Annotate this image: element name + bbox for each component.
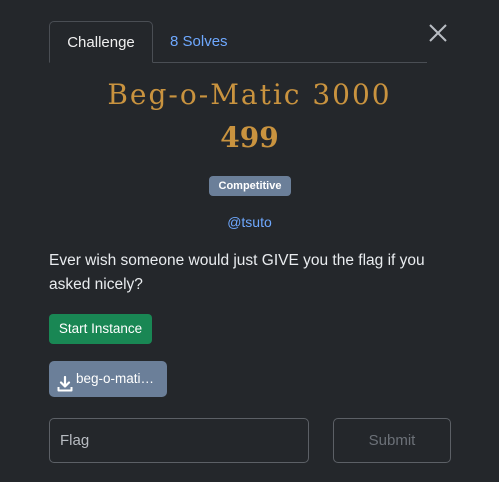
submit-button[interactable]: Submit [333, 418, 451, 463]
challenge-points: 499 [220, 121, 279, 154]
download-icon [57, 370, 73, 392]
tab-solves[interactable]: 8 Solves [170, 21, 228, 63]
challenge-description: Ever wish someone would just GIVE you th… [49, 252, 425, 293]
tab-bar: Challenge 8 Solves [49, 21, 427, 63]
file-download-button[interactable]: beg-o-mati… [49, 361, 167, 397]
challenge-modal: Challenge 8 Solves Beg-o-Matic 3000 499 … [0, 0, 499, 482]
challenge-title: Beg-o-Matic 3000 [107, 78, 392, 111]
category-badge: Competitive [209, 176, 291, 196]
flag-input[interactable] [49, 418, 309, 463]
file-name: beg-o-mati… [76, 371, 155, 386]
tab-challenge[interactable]: Challenge [49, 21, 153, 63]
author-link[interactable]: @tsuto [0, 214, 499, 230]
close-icon[interactable] [428, 23, 448, 43]
start-instance-button[interactable]: Start Instance [49, 314, 152, 344]
